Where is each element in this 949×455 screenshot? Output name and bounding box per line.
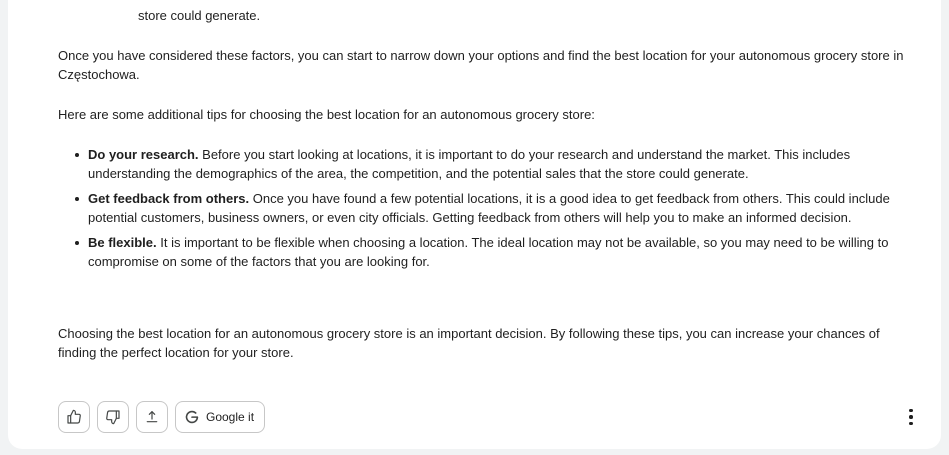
paragraph-considered-factors: Once you have considered these factors, … (58, 48, 904, 82)
bullet (75, 197, 79, 201)
more-vertical-icon (909, 421, 913, 426)
thumbs-down-icon (106, 410, 120, 425)
more-vertical-icon (909, 415, 913, 419)
share-button[interactable] (136, 401, 168, 433)
thumbs-up-button[interactable] (58, 401, 90, 433)
trailing-text: store could generate. (138, 8, 261, 23)
tip-lead: Get feedback from others. (88, 191, 250, 206)
more-options-button[interactable] (901, 407, 921, 427)
list-item: Do your research. Before you start looki… (58, 145, 918, 183)
google-it-label: Google it (206, 410, 255, 424)
tip-text: It is important to be flexible when choo… (88, 235, 889, 269)
share-icon (146, 411, 158, 423)
paragraph-additional-tips: Here are some additional tips for choosi… (58, 107, 595, 122)
bullet (75, 241, 79, 245)
list-item: Be flexible. It is important to be flexi… (58, 233, 918, 271)
tip-lead: Be flexible. (88, 235, 157, 250)
thumbs-up-icon (67, 409, 81, 424)
google-g-icon (185, 410, 199, 424)
bullet (75, 153, 79, 157)
response-actions-toolbar: Google it (58, 401, 266, 433)
tip-text: Before you start looking at locations, i… (88, 147, 851, 181)
paragraph-conclusion: Choosing the best location for an autono… (58, 326, 880, 360)
response-card: store could generate. Once you have cons… (8, 0, 941, 449)
thumbs-down-button[interactable] (97, 401, 129, 433)
more-vertical-icon (909, 408, 913, 413)
tip-lead: Do your research. (88, 147, 199, 162)
google-it-button[interactable]: Google it (175, 401, 266, 433)
tips-list: Do your research. Before you start looki… (58, 145, 918, 277)
list-item: Get feedback from others. Once you have … (58, 189, 918, 227)
